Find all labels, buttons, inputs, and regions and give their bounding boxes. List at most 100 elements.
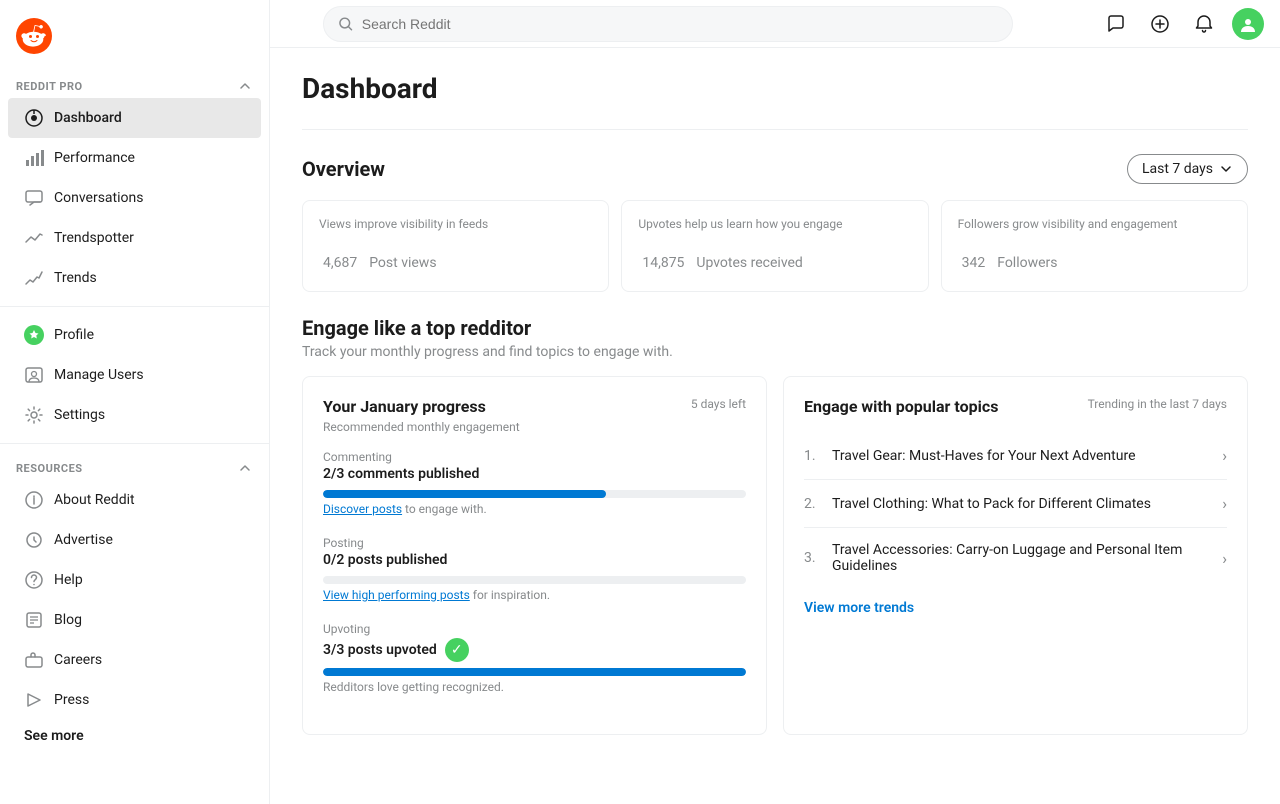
trendspotter-icon <box>24 228 44 248</box>
topics-card: Engage with popular topics Trending in t… <box>783 376 1248 735</box>
engage-grid: Your January progress 5 days left Recomm… <box>302 376 1248 735</box>
sidebar-item-trendspotter[interactable]: Trendspotter <box>8 218 261 258</box>
notifications-icon-button[interactable] <box>1188 8 1220 40</box>
commenting-progress-fill <box>323 490 606 498</box>
top-navigation <box>270 0 1280 48</box>
posting-progress-bar <box>323 576 746 584</box>
sidebar-item-profile-label: Profile <box>54 327 94 343</box>
posting-view-link[interactable]: View high performing posts <box>323 588 470 602</box>
sidebar-item-manage-users[interactable]: Manage Users <box>8 355 261 395</box>
conversations-icon <box>24 188 44 208</box>
main-content: Dashboard Overview Last 7 days Views imp… <box>270 48 1280 804</box>
upvoting-progress-bar <box>323 668 746 676</box>
press-icon <box>24 690 44 710</box>
sidebar-item-conversations[interactable]: Conversations <box>8 178 261 218</box>
date-filter-button[interactable]: Last 7 days <box>1127 154 1248 184</box>
topic-1-text: Travel Gear: Must-Haves for Your Next Ad… <box>832 448 1222 464</box>
top-nav-icons <box>1100 8 1264 40</box>
progress-card-subtitle: Recommended monthly engagement <box>323 420 746 434</box>
trending-label: Trending in the last 7 days <box>1088 397 1227 411</box>
sidebar: REDDIT PRO Dashboard Performance <box>0 0 270 804</box>
sidebar-item-advertise[interactable]: Advertise <box>8 520 261 560</box>
collapse-icon[interactable] <box>237 78 253 94</box>
sidebar-item-help[interactable]: Help <box>8 560 261 600</box>
sidebar-item-dashboard-label: Dashboard <box>54 110 122 126</box>
sidebar-item-settings-label: Settings <box>54 407 105 423</box>
days-left: 5 days left <box>691 397 746 411</box>
stat-upvotes-value: 14,875 Upvotes received <box>638 237 911 275</box>
sidebar-item-press-label: Press <box>54 692 89 708</box>
chevron-down-icon <box>1219 162 1233 176</box>
search-bar[interactable] <box>323 6 1013 42</box>
add-icon-button[interactable] <box>1144 8 1176 40</box>
topics-card-title: Engage with popular topics <box>804 397 998 416</box>
sidebar-item-trends[interactable]: Trends <box>8 258 261 298</box>
stat-views-label: Views improve visibility in feeds <box>319 217 592 231</box>
sidebar-item-performance-label: Performance <box>54 150 135 166</box>
commenting-discover-link[interactable]: Discover posts <box>323 502 402 516</box>
topic-3-number: 3. <box>804 550 824 566</box>
logo-container[interactable] <box>0 10 269 70</box>
title-divider <box>302 129 1248 130</box>
commenting-label: Commenting <box>323 450 746 464</box>
topic-1-chevron-icon: › <box>1222 446 1227 465</box>
sidebar-item-help-label: Help <box>54 572 83 588</box>
avatar-icon <box>1239 15 1257 33</box>
resources-collapse-icon[interactable] <box>237 460 253 476</box>
reddit-pro-section-label: REDDIT PRO <box>0 70 269 98</box>
sidebar-item-trends-label: Trends <box>54 270 97 286</box>
topics-card-header: Engage with popular topics Trending in t… <box>804 397 1227 416</box>
sidebar-item-profile[interactable]: Profile <box>8 315 261 355</box>
posting-value: 0/2 posts published <box>323 552 746 568</box>
sidebar-item-settings[interactable]: Settings <box>8 395 261 435</box>
page-title: Dashboard <box>302 72 1248 105</box>
upvoting-section: Upvoting 3/3 posts upvoted ✓ Redditors l… <box>323 622 746 694</box>
upvoting-label: Upvoting <box>323 622 746 636</box>
sidebar-item-blog[interactable]: Blog <box>8 600 261 640</box>
stats-grid: Views improve visibility in feeds 4,687 … <box>302 200 1248 292</box>
commenting-value: 2/3 comments published <box>323 466 746 482</box>
topic-3-chevron-icon: › <box>1222 549 1227 568</box>
search-input[interactable] <box>362 16 999 32</box>
topic-1-number: 1. <box>804 448 824 464</box>
stat-card-followers: Followers grow visibility and engagement… <box>941 200 1248 292</box>
topic-2-text: Travel Clothing: What to Pack for Differ… <box>832 496 1222 512</box>
topic-item-3[interactable]: 3. Travel Accessories: Carry-on Luggage … <box>804 528 1227 588</box>
sidebar-item-performance[interactable]: Performance <box>8 138 261 178</box>
manage-users-icon <box>24 365 44 385</box>
sidebar-item-manage-users-label: Manage Users <box>54 367 144 383</box>
upvoting-value: 3/3 posts upvoted <box>323 642 437 658</box>
topic-2-chevron-icon: › <box>1222 494 1227 513</box>
commenting-progress-bar <box>323 490 746 498</box>
commenting-link-suffix: to engage with. <box>402 502 487 516</box>
sidebar-item-about-reddit[interactable]: About Reddit <box>8 480 261 520</box>
sidebar-item-advertise-label: Advertise <box>54 532 113 548</box>
overview-title: Overview <box>302 157 385 181</box>
topic-item-1[interactable]: 1. Travel Gear: Must-Haves for Your Next… <box>804 432 1227 480</box>
user-avatar[interactable] <box>1232 8 1264 40</box>
sidebar-item-press[interactable]: Press <box>8 680 261 720</box>
posting-section: Posting 0/2 posts published View high pe… <box>323 536 746 602</box>
about-icon <box>24 490 44 510</box>
see-more-link[interactable]: See more <box>0 720 269 752</box>
sidebar-item-blog-label: Blog <box>54 612 82 628</box>
overview-header: Overview Last 7 days <box>302 154 1248 184</box>
chat-icon-button[interactable] <box>1100 8 1132 40</box>
advertise-icon <box>24 530 44 550</box>
commenting-section: Commenting 2/3 comments published Discov… <box>323 450 746 516</box>
add-icon <box>1150 14 1170 34</box>
sidebar-item-careers[interactable]: Careers <box>8 640 261 680</box>
sidebar-item-dashboard[interactable]: Dashboard <box>8 98 261 138</box>
sidebar-divider-2 <box>0 443 269 444</box>
view-more-trends-link[interactable]: View more trends <box>804 588 1227 616</box>
progress-card: Your January progress 5 days left Recomm… <box>302 376 767 735</box>
upvoting-progress-fill <box>323 668 746 676</box>
trends-icon <box>24 268 44 288</box>
stat-views-value: 4,687 Post views <box>319 237 592 275</box>
topic-item-2[interactable]: 2. Travel Clothing: What to Pack for Dif… <box>804 480 1227 528</box>
stat-card-upvotes: Upvotes help us learn how you engage 14,… <box>621 200 928 292</box>
stat-followers-label: Followers grow visibility and engagement <box>958 217 1231 231</box>
upvoting-complete-icon: ✓ <box>445 638 469 662</box>
sidebar-divider-1 <box>0 306 269 307</box>
progress-card-header: Your January progress 5 days left <box>323 397 746 416</box>
